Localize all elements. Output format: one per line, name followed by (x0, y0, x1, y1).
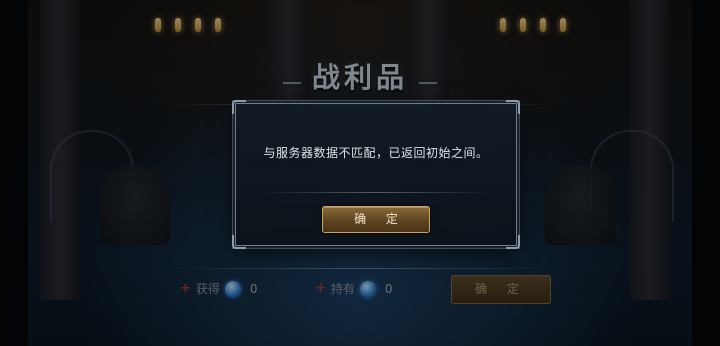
dialog-corner-ornament (506, 235, 520, 249)
error-dialog: 与服务器数据不匹配，已返回初始之间。 确 定 (232, 100, 520, 249)
dialog-confirm-button[interactable]: 确 定 (322, 206, 430, 233)
dialog-corner-ornament (232, 100, 246, 114)
dialog-corner-ornament (506, 100, 520, 114)
dialog-divider (260, 192, 492, 193)
dialog-corner-ornament (232, 235, 246, 249)
dialog-message: 与服务器数据不匹配，已返回初始之间。 (263, 146, 489, 160)
